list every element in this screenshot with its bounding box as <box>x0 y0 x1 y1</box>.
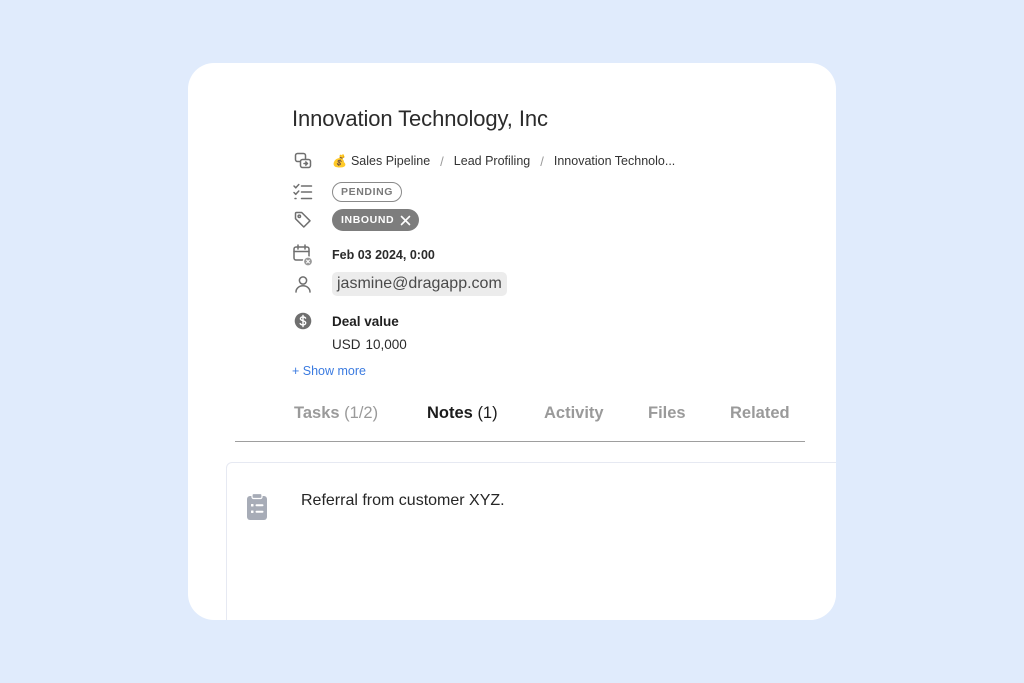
dollar-coin-icon <box>292 310 314 332</box>
tab-activity-label: Activity <box>544 404 604 422</box>
tags-row: INBOUND <box>292 208 420 232</box>
note-item[interactable]: Referral from customer XYZ. <box>226 462 836 620</box>
assignee-email-chip[interactable]: jasmine@dragapp.com <box>332 272 507 296</box>
breadcrumb-separator: / <box>540 153 544 169</box>
breadcrumb-item-sales-pipeline[interactable]: Sales Pipeline <box>351 154 430 168</box>
breadcrumb: 💰 Sales Pipeline / Lead Profiling / Inno… <box>332 154 675 169</box>
tag-chip-label: INBOUND <box>341 214 395 226</box>
tab-related[interactable]: Related <box>730 404 790 423</box>
date-value[interactable]: Feb 03 2024, 0:00 <box>332 248 435 262</box>
breadcrumb-item-current: Innovation Technolo... <box>553 154 676 168</box>
assignee-row: jasmine@dragapp.com <box>292 272 507 296</box>
status-badge[interactable]: PENDING <box>332 182 403 202</box>
tag-icon <box>292 209 314 231</box>
show-more-link[interactable]: + Show more <box>292 364 366 378</box>
breadcrumb-row: 💰 Sales Pipeline / Lead Profiling / Inno… <box>292 149 675 173</box>
breadcrumb-item-lead-profiling[interactable]: Lead Profiling <box>454 154 530 168</box>
tab-notes[interactable]: Notes (1) <box>427 404 498 423</box>
deal-value-label: Deal value <box>332 313 399 329</box>
breadcrumb-separator: / <box>440 153 444 169</box>
deal-amount: 10,000 <box>365 337 407 352</box>
tab-activity[interactable]: Activity <box>544 404 604 423</box>
checklist-icon <box>292 181 314 203</box>
record-card: Innovation Technology, Inc 💰 Sales Pipel… <box>188 63 836 620</box>
calendar-clock-icon <box>292 244 314 267</box>
tab-notes-label: Notes <box>427 404 473 422</box>
close-icon[interactable] <box>400 215 411 226</box>
tab-tasks-count: (1/2) <box>344 404 379 422</box>
tag-chip-inbound[interactable]: INBOUND <box>332 209 420 231</box>
pipeline-icon <box>292 150 314 172</box>
money-bag-icon: 💰 <box>332 154 347 168</box>
deal-value-amount[interactable]: USD 10,000 <box>332 337 407 352</box>
page-title: Innovation Technology, Inc <box>292 106 548 131</box>
tab-files[interactable]: Files <box>648 404 686 423</box>
tab-files-label: Files <box>648 404 686 422</box>
deal-currency: USD <box>332 337 361 352</box>
deal-row: Deal value <box>292 309 399 333</box>
tab-notes-count: (1) <box>477 404 498 422</box>
clipboard-list-icon <box>245 492 269 522</box>
user-icon <box>292 273 314 295</box>
record-tabs: Tasks (1/2) Notes (1) Activity Files Rel… <box>235 395 805 442</box>
tab-related-label: Related <box>730 404 790 422</box>
status-row: PENDING <box>292 180 403 204</box>
tab-tasks-label: Tasks <box>294 404 340 422</box>
tab-tasks[interactable]: Tasks (1/2) <box>294 404 378 423</box>
note-text: Referral from customer XYZ. <box>301 492 505 509</box>
date-row: Feb 03 2024, 0:00 <box>292 243 435 267</box>
